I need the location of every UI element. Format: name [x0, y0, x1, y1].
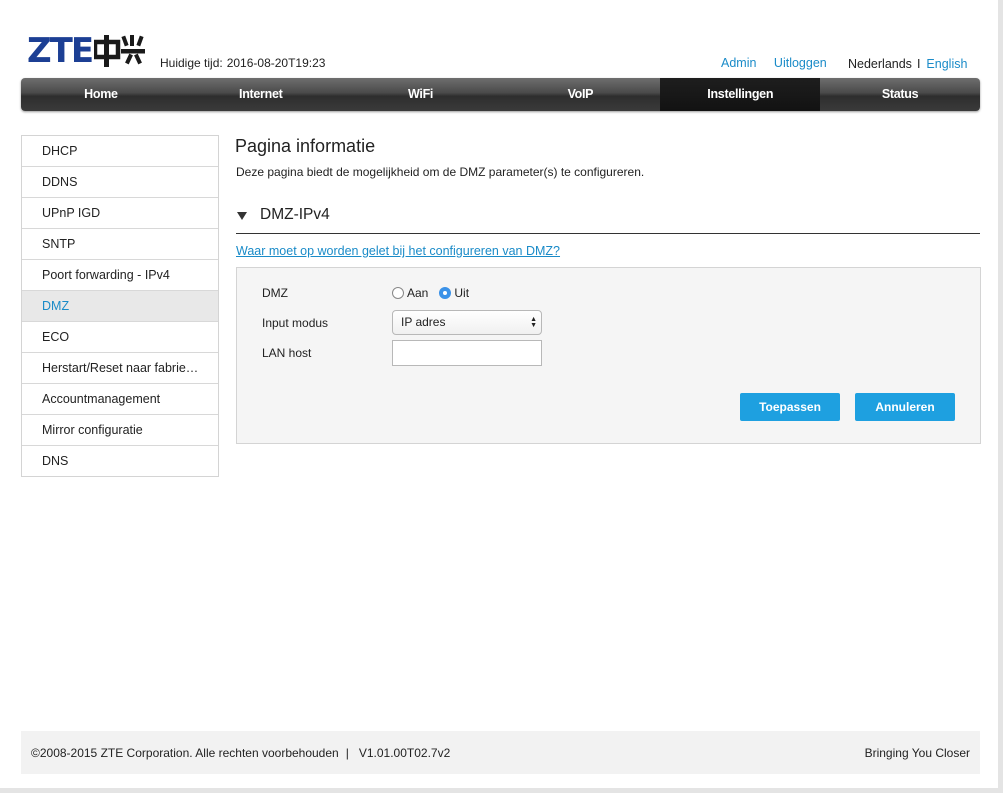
dmz-help-link[interactable]: Waar moet op worden gelet bij het config… — [236, 244, 560, 258]
language-switcher: Nederlands I English — [848, 57, 967, 71]
sidebar-item-dns[interactable]: DNS — [22, 446, 218, 476]
copyright-text: ©2008-2015 ZTE Corporation. Alle rechten… — [31, 746, 339, 760]
section-title: DMZ-IPv4 — [260, 206, 330, 223]
account-links: Admin Uitloggen — [721, 56, 827, 70]
input-mode-select[interactable]: IP adres ▲ ▼ — [392, 310, 542, 335]
section-header-dmz-ipv4[interactable]: DMZ-IPv4 — [236, 206, 980, 234]
input-mode-label: Input modus — [262, 316, 329, 330]
logout-link[interactable]: Uitloggen — [774, 56, 827, 70]
sidebar-item-sntp[interactable]: SNTP — [22, 229, 218, 260]
sidebar-item-ddns[interactable]: DDNS — [22, 167, 218, 198]
dmz-label: DMZ — [262, 286, 288, 300]
language-current: Nederlands — [848, 57, 912, 71]
zte-logo: ZTE — [27, 33, 146, 69]
nav-wifi[interactable]: WiFi — [341, 78, 501, 111]
cancel-button[interactable]: Annuleren — [855, 393, 955, 421]
admin-link[interactable]: Admin — [721, 56, 756, 70]
lan-host-input[interactable] — [392, 340, 542, 366]
sidebar-item-upnp-igd[interactable]: UPnP IGD — [22, 198, 218, 229]
footer-left: ©2008-2015 ZTE Corporation. Alle rechten… — [31, 746, 450, 760]
sidebar-item-reset[interactable]: Herstart/Reset naar fabrie… — [22, 353, 218, 384]
current-time: Huidige tijd: 2016-08-20T19:23 — [160, 56, 329, 70]
lan-host-label: LAN host — [262, 346, 312, 360]
nav-status[interactable]: Status — [820, 78, 980, 111]
footer: ©2008-2015 ZTE Corporation. Alle rechten… — [21, 731, 980, 774]
dmz-off-label[interactable]: Uit — [454, 286, 469, 300]
main-nav: Home Internet WiFi VoIP Instellingen Sta… — [21, 78, 980, 111]
select-updown-icon: ▲ ▼ — [530, 316, 537, 329]
nav-instellingen[interactable]: Instellingen — [660, 78, 821, 111]
dmz-on-label[interactable]: Aan — [407, 286, 428, 300]
dmz-on-radio[interactable] — [392, 287, 404, 299]
logo-chinese-mark — [94, 34, 146, 68]
time-label: Huidige tijd: — [160, 56, 223, 70]
sidebar-item-accountmanagement[interactable]: Accountmanagement — [22, 384, 218, 415]
sidebar-item-mirror-config[interactable]: Mirror configuratie — [22, 415, 218, 446]
input-mode-value: IP adres — [401, 315, 446, 329]
sidebar-item-dhcp[interactable]: DHCP — [22, 136, 218, 167]
footer-separator: | — [345, 746, 349, 760]
page-description: Deze pagina biedt de mogelijkheid om de … — [236, 165, 645, 179]
language-english-link[interactable]: English — [926, 57, 967, 71]
dmz-radio-group: Aan Uit — [392, 286, 480, 300]
nav-internet[interactable]: Internet — [181, 78, 341, 111]
sidebar: DHCP DDNS UPnP IGD SNTP Poort forwarding… — [21, 135, 219, 477]
page-title: Pagina informatie — [235, 136, 376, 156]
version-text: V1.01.00T02.7v2 — [358, 746, 451, 760]
nav-voip[interactable]: VoIP — [500, 78, 660, 111]
time-value: 2016-08-20T19:23 — [226, 56, 326, 70]
sidebar-item-dmz[interactable]: DMZ — [22, 291, 218, 322]
slogan-text: Bringing You Closer — [864, 746, 970, 760]
sidebar-item-eco[interactable]: ECO — [22, 322, 218, 353]
window-frame-right — [998, 0, 1003, 793]
collapse-arrow-icon[interactable] — [237, 212, 247, 220]
language-separator: I — [916, 57, 921, 71]
sidebar-item-port-forwarding[interactable]: Poort forwarding - IPv4 — [22, 260, 218, 291]
dmz-off-radio[interactable] — [439, 287, 452, 299]
nav-home[interactable]: Home — [21, 78, 181, 111]
window-frame-bottom — [0, 788, 1003, 793]
logo-text: ZTE — [27, 31, 94, 71]
apply-button[interactable]: Toepassen — [740, 393, 840, 421]
dmz-form: DMZ Aan Uit Input modus IP adres ▲ ▼ LAN … — [236, 267, 981, 444]
